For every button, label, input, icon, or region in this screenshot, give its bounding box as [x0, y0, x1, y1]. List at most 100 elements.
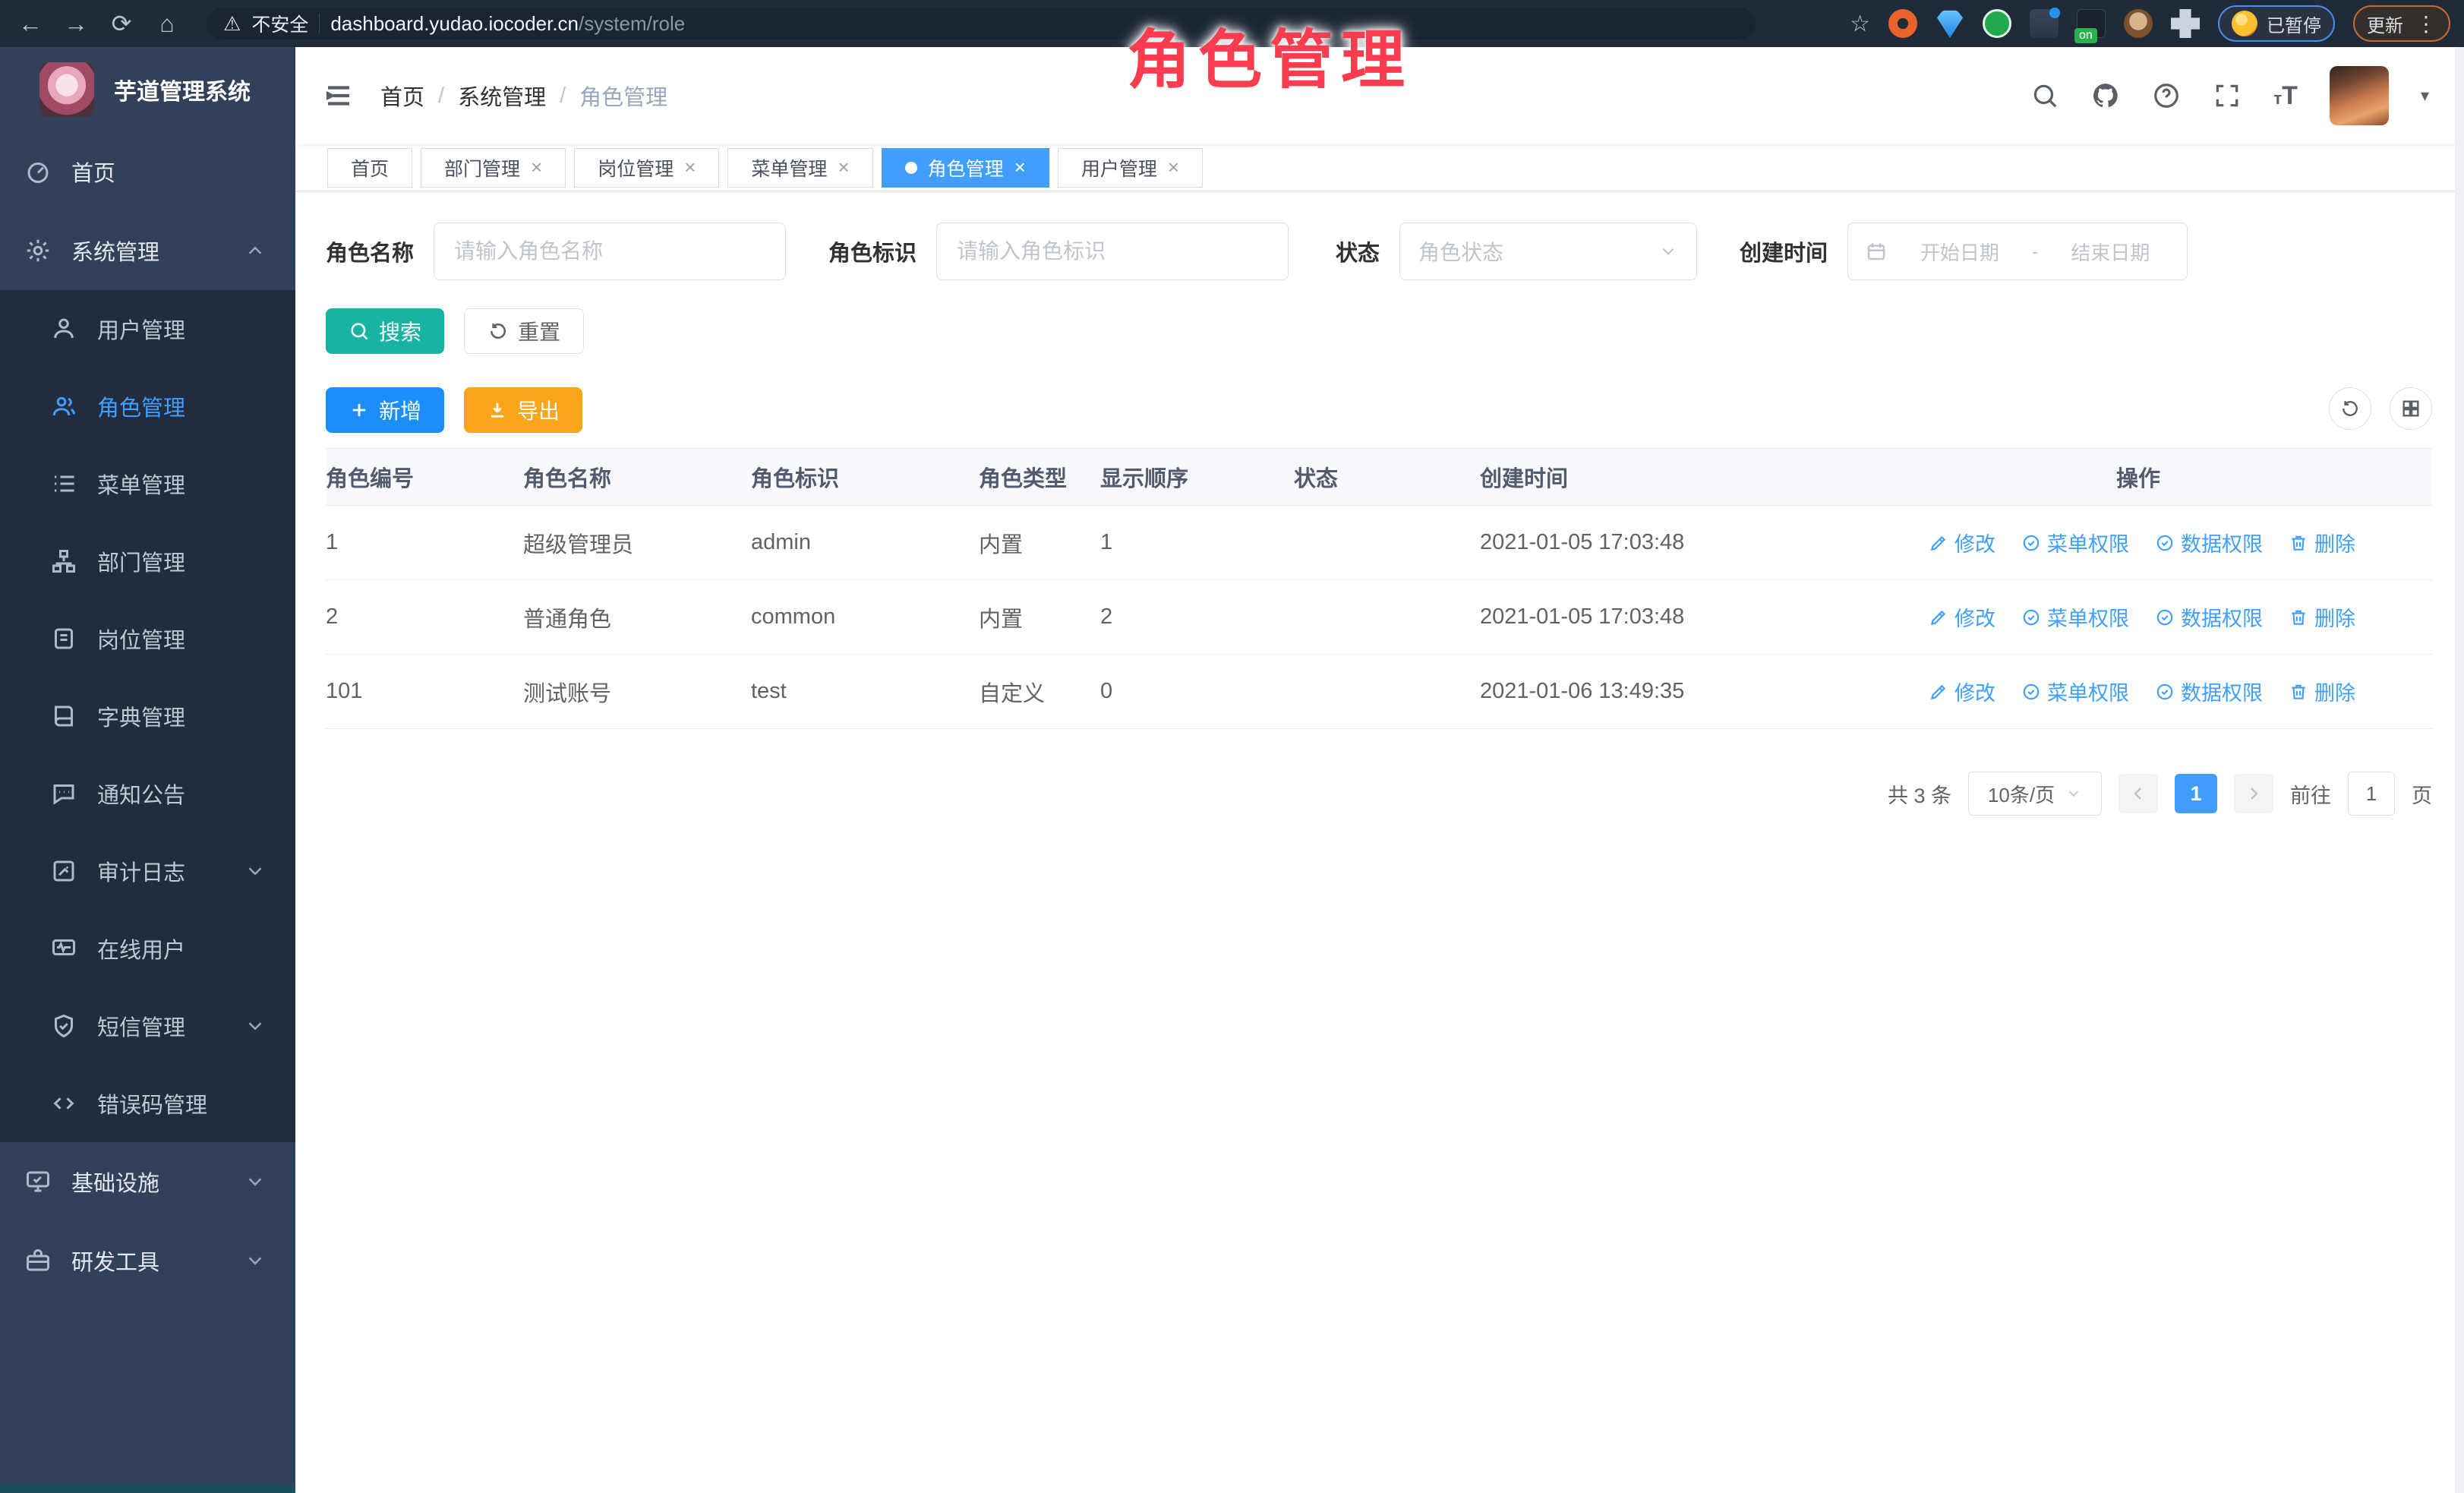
close-icon[interactable]: ×	[838, 156, 849, 179]
breadcrumb-system[interactable]: 系统管理	[458, 80, 546, 112]
breadcrumb-separator: /	[560, 84, 566, 109]
close-icon[interactable]: ×	[531, 156, 542, 179]
user-avatar[interactable]	[2330, 66, 2389, 125]
font-size-icon[interactable]: тT	[2273, 81, 2298, 111]
export-button[interactable]: 导出	[464, 387, 582, 433]
created-time-range-picker[interactable]: 开始日期 - 结束日期	[1847, 223, 2188, 280]
data-permission-link[interactable]: 数据权限	[2155, 528, 2263, 557]
sidebar-item-sms-management[interactable]: 短信管理	[0, 987, 295, 1065]
extensions-puzzle-icon[interactable]	[2171, 9, 2200, 38]
app-frame: 芋道管理系统 首页 系统管理 用户管理	[0, 47, 2464, 1493]
sidebar-item-audit-log[interactable]: 审计日志	[0, 832, 295, 910]
sidebar-item-dept-management[interactable]: 部门管理	[0, 522, 295, 600]
sidebar-item-role-management[interactable]: 角色管理	[0, 368, 295, 445]
tab-role-management[interactable]: 角色管理×	[882, 148, 1049, 188]
row-actions: 修改 菜单权限 数据权限 删除	[1852, 677, 2432, 706]
profile-chip[interactable]: 已暂停	[2218, 5, 2335, 42]
sidebar-item-user-management[interactable]: 用户管理	[0, 290, 295, 368]
address-bar[interactable]: ⚠ 不安全 dashboard.yudao.iocoder.cn/system/…	[207, 8, 1756, 39]
data-permission-link[interactable]: 数据权限	[2155, 602, 2263, 632]
extension-blue-gem-icon[interactable]	[1936, 9, 1964, 38]
sidebar-item-dev-tools[interactable]: 研发工具	[0, 1221, 295, 1300]
profile-emoji-avatar	[2232, 11, 2257, 36]
sidebar-toggle-hamburger-icon[interactable]	[323, 80, 355, 112]
role-key-label: 角色标识	[828, 235, 917, 267]
refresh-table-button[interactable]	[2329, 387, 2371, 430]
page-number-current[interactable]: 1	[2175, 774, 2217, 813]
delete-link[interactable]: 删除	[2289, 528, 2355, 557]
menu-permission-link[interactable]: 菜单权限	[2021, 528, 2129, 557]
edit-link[interactable]: 修改	[1929, 602, 1995, 632]
browser-window: ← → ⟳ ⌂ ⚠ 不安全 dashboard.yudao.iocoder.cn…	[0, 0, 2464, 1493]
search-actions-row: 搜索 重置	[326, 308, 2432, 354]
sidebar-item-dict-management[interactable]: 字典管理	[0, 677, 295, 755]
sidebar-item-online-users[interactable]: 在线用户	[0, 910, 295, 987]
next-page-button[interactable]	[2234, 774, 2273, 813]
sidebar-item-system-management[interactable]: 系统管理	[0, 211, 295, 290]
not-secure-label[interactable]: 不安全	[251, 10, 308, 37]
sidebar-item-infrastructure[interactable]: 基础设施	[0, 1142, 295, 1221]
breadcrumb-home[interactable]: 首页	[380, 80, 424, 112]
sidebar-item-error-code[interactable]: 错误码管理	[0, 1065, 295, 1142]
tab-dept-management[interactable]: 部门管理×	[421, 148, 566, 188]
github-icon[interactable]	[2091, 81, 2120, 110]
browser-menu-icon[interactable]: ⋮	[2415, 11, 2437, 36]
edit-link[interactable]: 修改	[1929, 528, 1995, 557]
menu-permission-link[interactable]: 菜单权限	[2021, 677, 2129, 706]
browser-back-button[interactable]: ←	[14, 7, 47, 40]
browser-forward-button[interactable]: →	[59, 7, 93, 40]
search-icon[interactable]	[2030, 81, 2059, 110]
delete-link[interactable]: 删除	[2289, 677, 2355, 706]
extension-grid-icon[interactable]	[2030, 9, 2059, 38]
delete-link[interactable]: 删除	[2289, 602, 2355, 632]
sidebar-item-home[interactable]: 首页	[0, 132, 295, 211]
extension-orange-icon[interactable]	[1888, 9, 1917, 38]
status-select[interactable]: 角色状态	[1399, 223, 1697, 280]
refresh-icon	[2339, 398, 2361, 419]
url-text: dashboard.yudao.iocoder.cn/system/role	[330, 12, 685, 36]
start-date-placeholder[interactable]: 开始日期	[1900, 238, 2020, 266]
dictionary-book-icon	[50, 702, 77, 730]
goto-page-input[interactable]	[2348, 772, 2395, 816]
chevron-down-icon	[244, 1170, 267, 1193]
browser-home-button[interactable]: ⌂	[150, 7, 184, 40]
data-permission-link[interactable]: 数据权限	[2155, 677, 2263, 706]
edit-link[interactable]: 修改	[1929, 677, 1995, 706]
end-date-placeholder[interactable]: 结束日期	[2050, 238, 2170, 266]
close-icon[interactable]: ×	[684, 156, 696, 179]
page-size-select[interactable]: 10条/页	[1968, 772, 2102, 816]
tab-user-management[interactable]: 用户管理×	[1058, 148, 1203, 188]
sidebar-item-menu-management[interactable]: 菜单管理	[0, 445, 295, 522]
avatar-dropdown-caret-icon[interactable]: ▾	[2421, 86, 2429, 106]
column-settings-button[interactable]	[2390, 387, 2432, 430]
extension-green-icon[interactable]	[1983, 9, 2011, 38]
check-circle-icon	[2155, 608, 2175, 627]
search-button[interactable]: 搜索	[326, 308, 444, 354]
tab-post-management[interactable]: 岗位管理×	[574, 148, 719, 188]
sidebar-item-notice[interactable]: 通知公告	[0, 755, 295, 832]
extension-monkey-icon[interactable]	[2124, 9, 2153, 38]
browser-update-chip[interactable]: 更新 ⋮	[2353, 5, 2450, 42]
tab-menu-management[interactable]: 菜单管理×	[727, 148, 872, 188]
menu-permission-link[interactable]: 菜单权限	[2021, 602, 2129, 632]
bookmark-star-icon[interactable]: ☆	[1850, 11, 1870, 37]
fullscreen-icon[interactable]	[2213, 81, 2242, 110]
extension-dark-icon[interactable]: on	[2077, 9, 2106, 38]
update-label: 更新	[2367, 11, 2403, 37]
table-header-row: 角色编号 角色名称 角色标识 角色类型 显示顺序 状态 创建时间 操作	[326, 448, 2432, 506]
sidebar-item-post-management[interactable]: 岗位管理	[0, 600, 295, 677]
reset-button[interactable]: 重置	[464, 308, 584, 354]
row-actions: 修改 菜单权限 数据权限 删除	[1852, 528, 2432, 557]
role-name-input[interactable]	[434, 223, 786, 280]
close-icon[interactable]: ×	[1168, 156, 1179, 179]
page-scrollbar[interactable]	[2455, 47, 2464, 1493]
add-button[interactable]: 新增	[326, 387, 444, 433]
role-key-input[interactable]	[936, 223, 1289, 280]
tab-home[interactable]: 首页	[327, 148, 412, 188]
help-question-icon[interactable]	[2152, 81, 2181, 110]
browser-reload-button[interactable]: ⟳	[105, 7, 138, 40]
prev-page-button[interactable]	[2119, 774, 2158, 813]
table-tools	[2329, 387, 2432, 430]
sidebar-logo-row[interactable]: 芋道管理系统	[0, 47, 295, 132]
close-icon[interactable]: ×	[1014, 156, 1026, 179]
